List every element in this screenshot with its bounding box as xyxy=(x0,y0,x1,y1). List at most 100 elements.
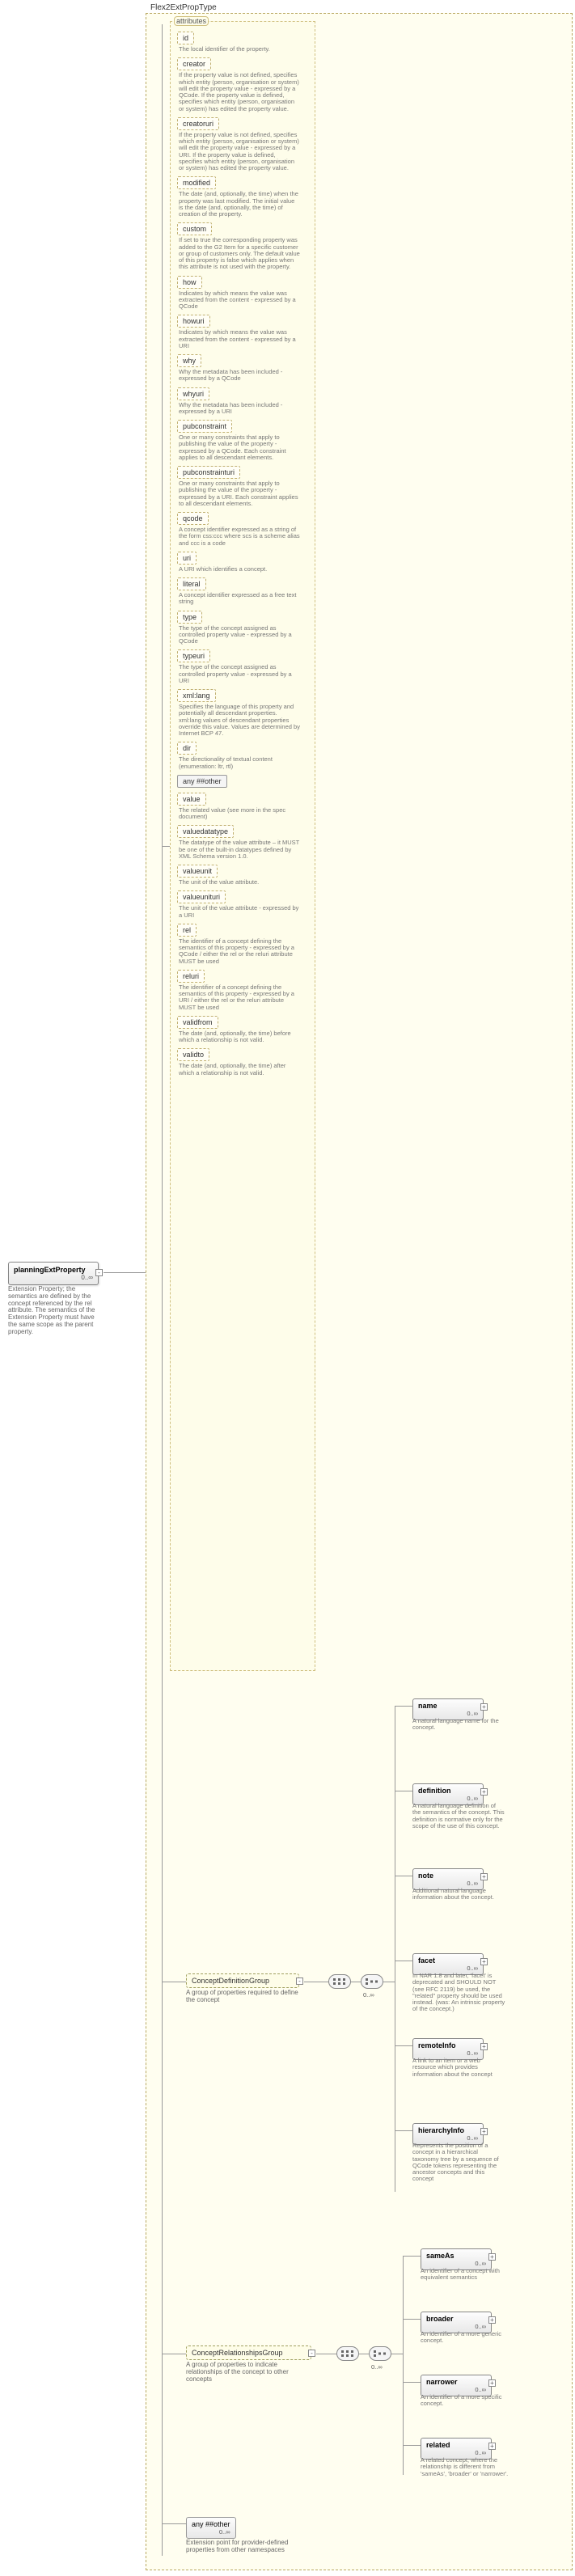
sequence-compositor xyxy=(336,2346,359,2361)
connector xyxy=(162,2523,186,2524)
choice-compositor: 0..∞ xyxy=(361,1974,383,1989)
attribute-description: Specifies the language of this property … xyxy=(179,704,300,737)
attribute-description: The related value (see more in the spec … xyxy=(179,807,300,821)
child-card: 0..∞ xyxy=(418,1965,478,1972)
attribute-item: howIndicates by which means the value wa… xyxy=(177,276,308,311)
attribute-type[interactable]: type xyxy=(177,611,202,624)
child-name: broader xyxy=(426,2315,486,2323)
group-ConceptDefinitionGroup[interactable]: ConceptDefinitionGroup xyxy=(186,1973,299,1988)
attribute-description: If set to true the corresponding propert… xyxy=(179,237,300,270)
child-description: A natural language name for the concept. xyxy=(412,1718,505,1732)
attribute-description: The type of the concept assigned as cont… xyxy=(179,664,300,684)
expand-toggle[interactable]: + xyxy=(480,1958,488,1965)
expand-toggle[interactable]: + xyxy=(488,2379,496,2387)
attribute-validfrom[interactable]: validfrom xyxy=(177,1016,218,1029)
attribute-item: id The local identifier of the property. xyxy=(177,32,308,53)
attribute-any-other[interactable]: any ##other xyxy=(177,775,227,788)
attribute-item: reluriThe identifier of a concept defini… xyxy=(177,970,308,1011)
attribute-howuri[interactable]: howuri xyxy=(177,315,210,328)
attribute-description: The type of the concept assigned as cont… xyxy=(179,625,300,645)
attribute-item: modifiedThe date (and, optionally, the t… xyxy=(177,176,308,218)
group-ConceptRelationshipsGroup[interactable]: ConceptRelationshipsGroup xyxy=(186,2345,311,2360)
attribute-item: pubconstrainturiOne or many constraints … xyxy=(177,466,308,507)
attribute-item: typeuri The type of the concept assigned … xyxy=(177,649,308,684)
expand-toggle[interactable]: + xyxy=(480,2043,488,2050)
attribute-value[interactable]: value xyxy=(177,793,206,806)
expand-toggle[interactable]: + xyxy=(480,1788,488,1796)
attribute-typeuri[interactable]: typeuri xyxy=(177,649,210,662)
child-description: A related concept, where the relationshi… xyxy=(421,2457,514,2477)
any-label: any ##other xyxy=(192,2520,230,2528)
connector xyxy=(395,1706,412,1707)
attribute-item: pubconstraintOne or many constraints tha… xyxy=(177,420,308,461)
attribute-valuedatatype[interactable]: valuedatatype xyxy=(177,825,234,838)
attribute-item: valueunituriThe unit of the value attrib… xyxy=(177,890,308,919)
child-name: sameAs xyxy=(426,2252,486,2260)
child-card: 0..∞ xyxy=(418,1795,478,1802)
expand-toggle[interactable]: + xyxy=(488,2316,496,2324)
expand-toggle[interactable]: + xyxy=(488,2443,496,2450)
attribute-description: The date (and, optionally, the time) aft… xyxy=(179,1063,300,1077)
attribute-item: valuedatatypeThe datatype of the value a… xyxy=(177,825,308,860)
attribute-description: A concept identifier expressed as a stri… xyxy=(179,527,300,547)
expand-toggle[interactable]: + xyxy=(480,2128,488,2135)
attribute-item: uriA URI which identifies a concept. xyxy=(177,552,308,573)
connector xyxy=(403,2445,421,2446)
attribute-rel[interactable]: rel xyxy=(177,924,197,937)
attribute-qcode[interactable]: qcode xyxy=(177,512,209,525)
group-name: ConceptDefinitionGroup xyxy=(192,1977,294,1985)
attribute-xml-lang[interactable]: xml:lang xyxy=(177,689,216,702)
element-planningExtProperty[interactable]: planningExtProperty 0..∞ xyxy=(8,1262,99,1285)
attribute-item: howuriIndicates by which means the value… xyxy=(177,315,308,349)
attribute-id[interactable]: id xyxy=(177,32,194,44)
attribute-custom[interactable]: custom xyxy=(177,222,212,235)
child-name: name xyxy=(418,1702,478,1710)
expand-toggle[interactable]: - xyxy=(308,2350,315,2357)
attribute-reluri[interactable]: reluri xyxy=(177,970,205,983)
any-card: 0..∞ xyxy=(192,2528,230,2536)
attribute-pubconstrainturi[interactable]: pubconstrainturi xyxy=(177,466,240,479)
attribute-item: relThe identifier of a concept defining … xyxy=(177,924,308,965)
connector xyxy=(104,1272,146,1273)
child-description: A link to an item or a web resource whic… xyxy=(412,2058,505,2078)
attribute-description: The date (and, optionally, the time) bef… xyxy=(179,1030,300,1044)
attribute-item: typeThe type of the concept assigned as … xyxy=(177,611,308,645)
attributes-section: attributes idThe local identifier of the… xyxy=(170,21,315,1671)
diagram-canvas: Flex2ExtPropType planningExtProperty 0..… xyxy=(0,0,575,2576)
child-description: In NAR 1.8 and later, 'facet' is depreca… xyxy=(412,1973,505,2013)
connector xyxy=(403,2319,421,2320)
attribute-valueunit[interactable]: valueunit xyxy=(177,865,218,878)
group-description: A group of properties to indicate relati… xyxy=(186,2362,307,2383)
any-other-element[interactable]: any ##other 0..∞ xyxy=(186,2517,236,2539)
attribute-creatoruri[interactable]: creatoruri xyxy=(177,117,219,130)
expand-toggle[interactable]: + xyxy=(480,1873,488,1880)
attribute-validto[interactable]: validto xyxy=(177,1048,209,1061)
any-description: Extension point for provider-defined pro… xyxy=(186,2540,299,2554)
child-description: An identifier of a concept with equivale… xyxy=(421,2268,514,2282)
attribute-description: Indicates by which means the value was e… xyxy=(179,329,300,349)
attribute-item: validfromThe date (and, optionally, the … xyxy=(177,1016,308,1044)
attribute-item: qcode A concept identifier expressed as a… xyxy=(177,512,308,547)
expand-toggle[interactable]: + xyxy=(488,2253,496,2261)
attribute-pubconstraint[interactable]: pubconstraint xyxy=(177,420,232,433)
attribute-dir[interactable]: dir xyxy=(177,742,197,755)
attribute-how[interactable]: how xyxy=(177,276,202,289)
choice-card: 0..∞ xyxy=(371,2363,383,2371)
child-name: remoteInfo xyxy=(418,2041,478,2049)
attribute-description: A concept identifier expressed as a free… xyxy=(179,592,300,606)
attribute-description: The local identifier of the property. xyxy=(179,46,300,53)
attribute-description: Indicates by which means the value was e… xyxy=(179,290,300,311)
attribute-uri[interactable]: uri xyxy=(177,552,197,565)
attribute-why[interactable]: why xyxy=(177,354,201,367)
attribute-modified[interactable]: modified xyxy=(177,176,216,189)
expand-toggle[interactable]: - xyxy=(95,1269,103,1276)
attribute-whyuri[interactable]: whyuri xyxy=(177,387,209,400)
expand-toggle[interactable]: + xyxy=(480,1703,488,1711)
attribute-description: One or many constraints that apply to pu… xyxy=(179,480,300,507)
child-name: note xyxy=(418,1872,478,1880)
attribute-literal[interactable]: literal xyxy=(177,577,206,590)
expand-toggle[interactable]: - xyxy=(296,1977,303,1985)
attribute-valueunituri[interactable]: valueunituri xyxy=(177,890,226,903)
attribute-description: Why the metadata has been included - exp… xyxy=(179,369,300,383)
attribute-creator[interactable]: creator xyxy=(177,57,211,70)
